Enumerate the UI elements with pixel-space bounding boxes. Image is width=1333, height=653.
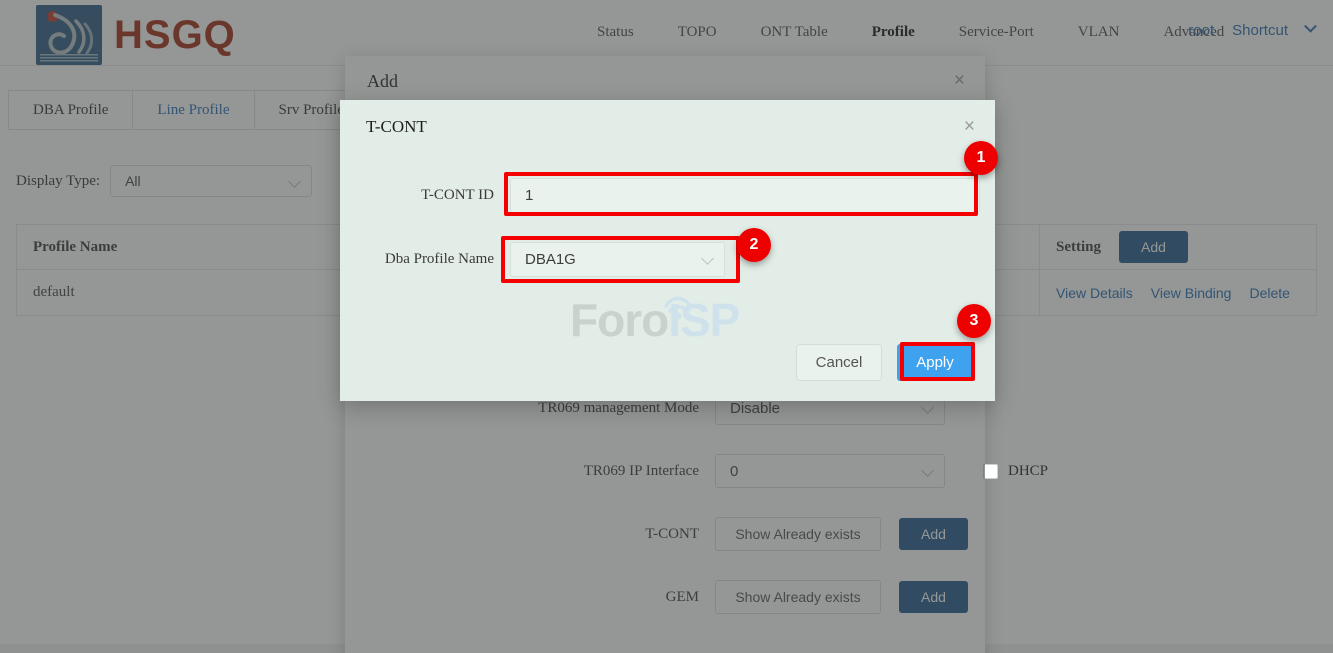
tcont-dialog: T-CONT × T-CONT ID 1 Dba Profile Name DB… [340, 100, 995, 401]
chevron-down-icon [921, 464, 934, 477]
dhcp-label: DHCP [1008, 462, 1049, 479]
cancel-button[interactable]: Cancel [796, 344, 882, 381]
label-tr069-management-mode: TR069 management Mode [538, 399, 699, 416]
value-tr069-management-mode: Disable [730, 399, 781, 417]
add-field-tcont: T-CONT Show Already exists Add [485, 517, 968, 551]
label-tcont: T-CONT [645, 525, 699, 542]
chevron-down-icon [921, 401, 934, 414]
dhcp-checkbox[interactable] [983, 463, 998, 479]
tcont-add-button[interactable]: Add [899, 518, 968, 550]
value-tr069-ip-interface: 0 [730, 462, 739, 480]
add-dialog-title: Add [367, 71, 398, 91]
close-icon[interactable]: × [964, 116, 975, 138]
tcont-dialog-title: T-CONT [366, 117, 427, 136]
label-dba-profile-name: Dba Profile Name [384, 251, 494, 267]
step-marker-3: 3 [957, 304, 991, 338]
apply-button[interactable]: Apply [897, 344, 973, 381]
label-tcont-id: T-CONT ID [421, 187, 494, 203]
dba-profile-row: Dba Profile Name DBA1G [330, 242, 725, 277]
add-field-tr069-ip-interface: TR069 IP Interface 0 DHCP [485, 454, 1048, 488]
app-root: HSGQ Status TOPO ONT Table Profile Servi… [0, 0, 1333, 653]
close-icon[interactable]: × [954, 70, 965, 92]
select-tr069-ip-interface[interactable]: 0 [715, 454, 945, 488]
step-marker-2: 2 [737, 228, 771, 262]
gem-add-button[interactable]: Add [899, 581, 968, 613]
chevron-down-icon [701, 252, 714, 265]
tcont-dialog-actions: Cancel Apply [796, 344, 973, 381]
add-field-gem: GEM Show Already exists Add [485, 580, 968, 614]
step-marker-1: 1 [964, 141, 998, 175]
dba-profile-select[interactable]: DBA1G [510, 242, 725, 277]
dba-profile-value: DBA1G [525, 251, 576, 268]
tcont-id-input[interactable]: 1 [510, 178, 980, 213]
label-tr069-ip-interface: TR069 IP Interface [583, 462, 699, 479]
gem-show-existing-button[interactable]: Show Already exists [715, 580, 881, 614]
tcont-id-value: 1 [525, 187, 534, 204]
label-gem: GEM [665, 588, 699, 605]
tcont-id-row: T-CONT ID 1 [330, 178, 980, 213]
tcont-show-existing-button[interactable]: Show Already exists [715, 517, 881, 551]
